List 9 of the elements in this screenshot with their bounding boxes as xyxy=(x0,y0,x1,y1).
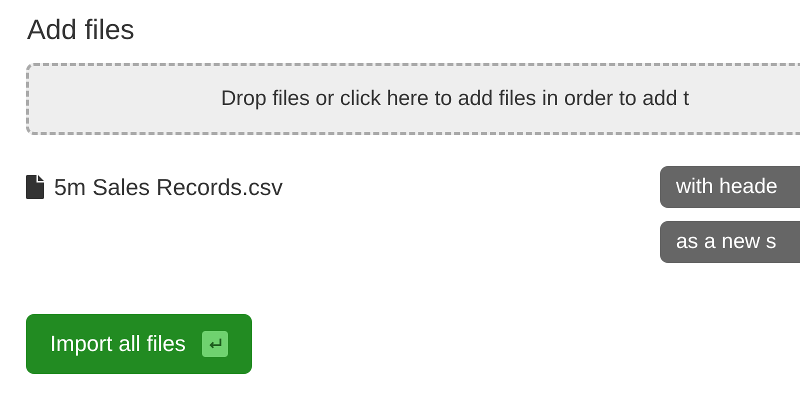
file-icon xyxy=(26,175,44,199)
import-button[interactable]: Import all files xyxy=(26,314,252,374)
file-name: 5m Sales Records.csv xyxy=(54,174,283,200)
drop-zone-text: Drop files or click here to add files in order to add t xyxy=(221,87,690,111)
option-button[interactable]: with heade xyxy=(660,166,800,208)
enter-key-icon xyxy=(202,331,228,357)
drop-zone[interactable]: Drop files or click here to add files in order to add t xyxy=(26,63,800,135)
option-button[interactable]: as a new s xyxy=(660,221,800,263)
section-title: Add files xyxy=(27,14,136,46)
